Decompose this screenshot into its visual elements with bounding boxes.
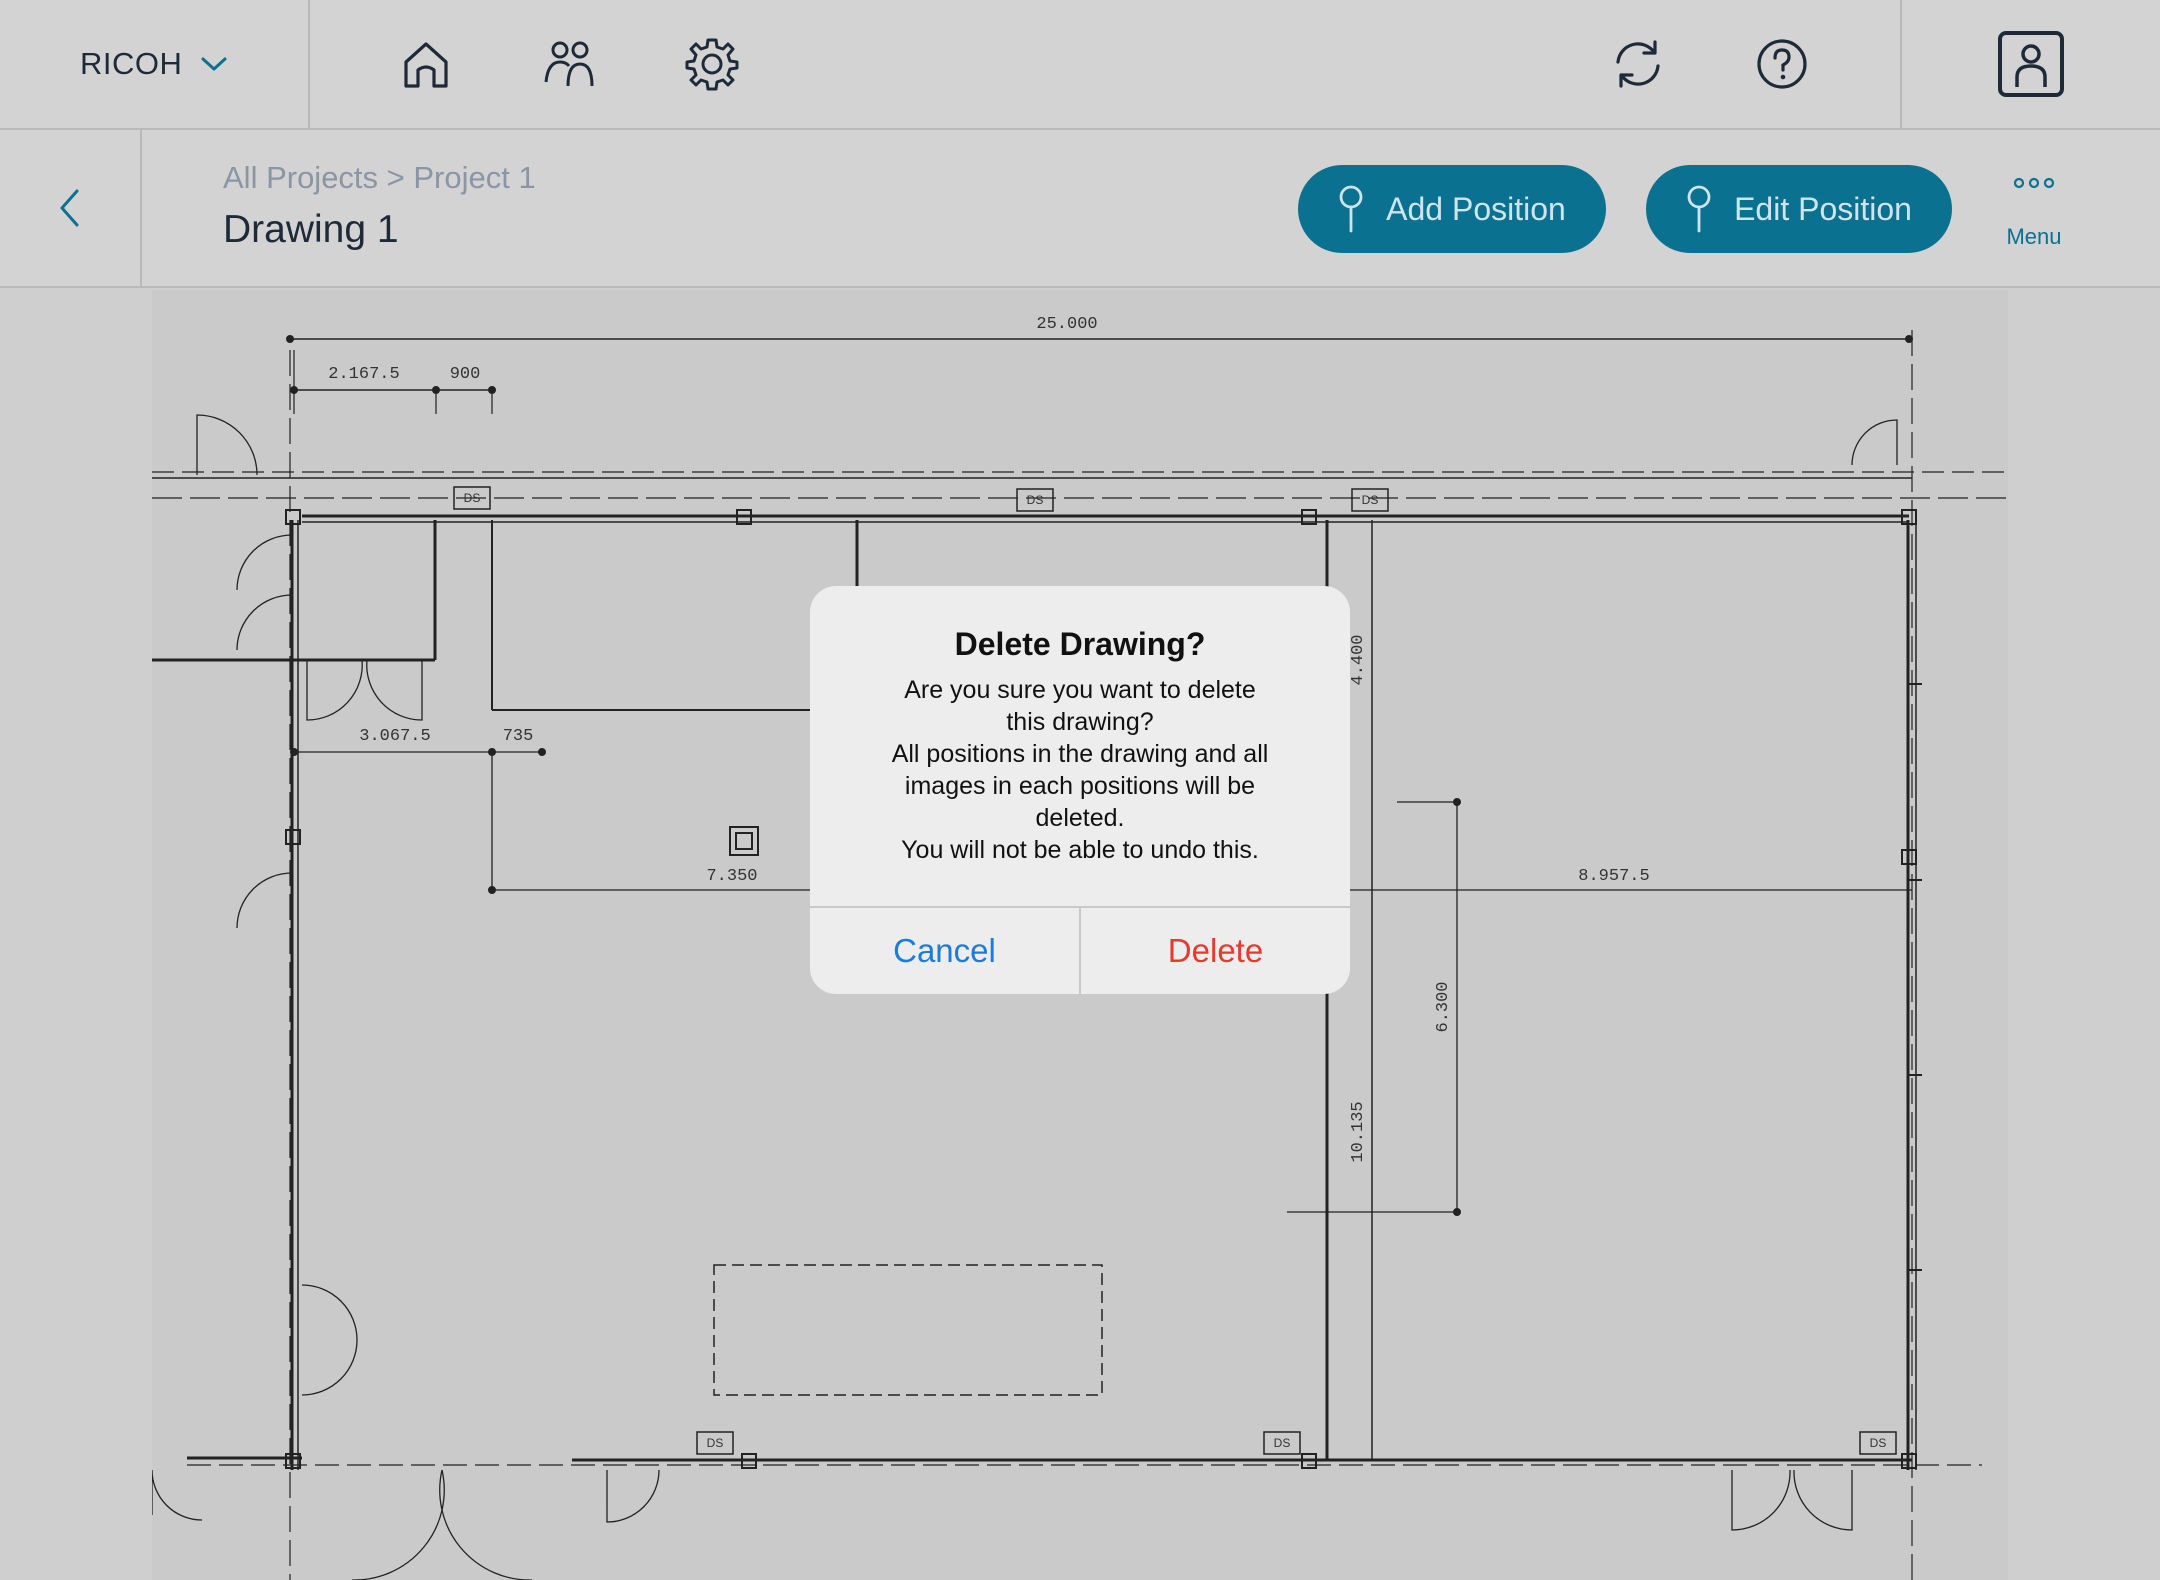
add-position-label: Add Position xyxy=(1386,190,1566,227)
page-title: Drawing 1 xyxy=(223,208,399,251)
delete-button[interactable]: Delete xyxy=(1081,908,1350,994)
dimension-label: 6.300 xyxy=(1434,981,1453,1032)
dimension-label: 900 xyxy=(450,365,481,384)
add-position-button[interactable]: Add Position xyxy=(1298,165,1606,253)
profile-area xyxy=(1900,0,2160,128)
breadcrumb[interactable]: All Projects > Project 1 xyxy=(223,160,536,196)
ds-tag: DS xyxy=(1870,1436,1887,1450)
edit-position-button[interactable]: Edit Position xyxy=(1646,165,1952,253)
ds-tag: DS xyxy=(464,491,481,505)
menu-label: Menu xyxy=(2006,224,2062,249)
chevron-down-icon xyxy=(201,57,227,71)
dimension-label: 4.400 xyxy=(1349,634,1368,685)
gear-icon[interactable] xyxy=(682,34,742,94)
dimension-label: 7.350 xyxy=(706,867,757,886)
ds-tag: DS xyxy=(1362,493,1379,507)
org-selector[interactable]: RICOH xyxy=(0,0,310,128)
top-bar: RICOH xyxy=(0,0,2160,130)
chevron-left-icon xyxy=(60,189,79,227)
dimension-label: 2.167.5 xyxy=(328,365,399,384)
sync-icon[interactable] xyxy=(1608,34,1668,94)
dimension-label: 10.135 xyxy=(1349,1101,1368,1162)
drawing-header: All Projects > Project 1 Drawing 1 Add P… xyxy=(0,130,2160,288)
dialog-message: Are you sure you want to delete this dra… xyxy=(891,676,1269,864)
more-horizontal-icon xyxy=(2013,177,2055,189)
back-button[interactable] xyxy=(0,130,142,286)
delete-drawing-dialog: Delete Drawing? Are you sure you want to… xyxy=(810,586,1350,994)
map-pin-icon xyxy=(1339,185,1363,233)
dimension-label: 25.000 xyxy=(1036,315,1097,334)
dimension-label: 3.067.5 xyxy=(359,727,430,746)
ds-tag: DS xyxy=(707,1436,724,1450)
ds-tag: DS xyxy=(1274,1436,1291,1450)
menu-button[interactable]: Menu xyxy=(1990,170,2078,250)
dimension-label: 735 xyxy=(503,727,534,746)
home-icon[interactable] xyxy=(396,34,456,94)
dimension-label: 8.957.5 xyxy=(1578,867,1649,886)
dialog-title: Delete Drawing? xyxy=(954,626,1206,662)
org-name: RICOH xyxy=(80,46,183,81)
ds-tag: DS xyxy=(1027,493,1044,507)
profile-icon[interactable] xyxy=(1996,29,2066,99)
users-icon[interactable] xyxy=(540,34,600,94)
cancel-button[interactable]: Cancel xyxy=(810,908,1079,994)
edit-position-label: Edit Position xyxy=(1734,190,1912,227)
help-icon[interactable] xyxy=(1752,34,1812,94)
map-pin-icon xyxy=(1687,185,1711,233)
